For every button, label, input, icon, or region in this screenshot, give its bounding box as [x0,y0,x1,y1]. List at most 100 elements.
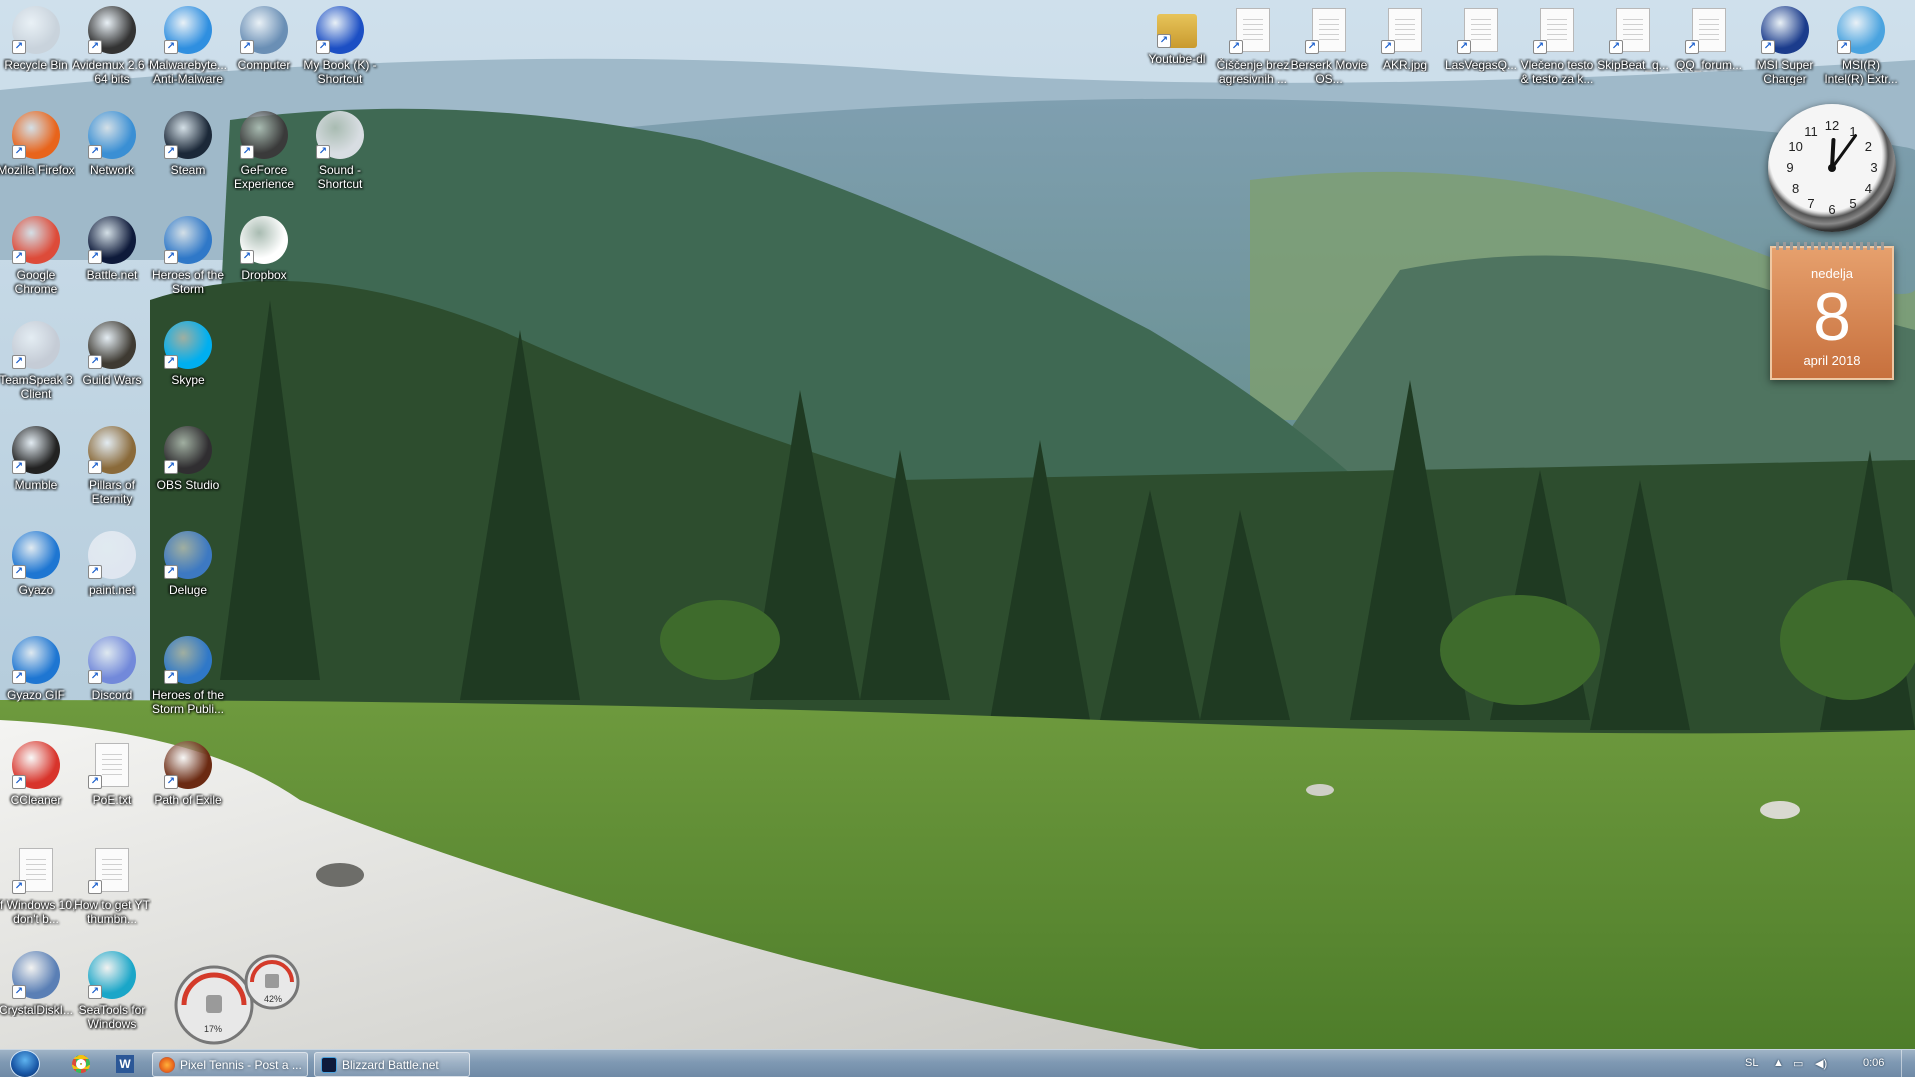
gyazo-gif-icon: ↗ [12,636,60,684]
desktop-icon-speaker[interactable]: ↗ Sound - Shortcut [302,105,378,205]
desktop-icon-steam[interactable]: ↗ Steam [150,105,226,205]
desktop-icon-teamspeak[interactable]: ↗ TeamSpeak 3 Client [0,315,74,415]
taskbar-item-label: Blizzard Battle.net [342,1057,439,1072]
language-indicator[interactable]: SL [1745,1057,1758,1069]
desktop-icon-malwarebytes[interactable]: ↗ Malwarebyte... Anti-Malware [149,0,227,100]
mumble-icon: ↗ [12,426,60,474]
shortcut-arrow-icon: ↗ [164,145,178,159]
desktop-icon-text-file[interactable]: ↗ If Windows 10, don't b... [0,840,75,940]
windows-logo-icon [10,1050,40,1077]
desktop-icon-label: Berserk Movie OS... [1290,58,1368,86]
calendar-gadget[interactable]: nedelja 8 april 2018 [1770,242,1894,380]
desktop-icon-document[interactable]: ↗ SkipBeat_q... [1595,0,1671,100]
shortcut-arrow-icon: ↗ [164,250,178,264]
desktop-icon-heroes-storm[interactable]: ↗ Heroes of the Storm [150,210,226,310]
desktop-icon-label: How to get YT thumbn... [74,898,150,926]
desktop-icon-recycle-bin[interactable]: ↗ Recycle Bin [0,0,74,100]
pinned-chrome[interactable] [62,1052,100,1076]
start-button[interactable] [6,1050,44,1077]
desktop-icon-document[interactable]: ↗ Vlečeno testo & testo za k... [1519,0,1595,100]
document-icon: ↗ [1305,6,1353,54]
shortcut-arrow-icon: ↗ [12,40,26,54]
desktop-icon-label: Vlečeno testo & testo za k... [1520,58,1594,86]
desktop-icon-firefox[interactable]: ↗ Mozilla Firefox [0,105,75,205]
shortcut-arrow-icon: ↗ [164,670,178,684]
desktop-icon-label: Computer [237,58,291,72]
desktop-icon-mumble[interactable]: ↗ Mumble [0,420,74,520]
shortcut-arrow-icon: ↗ [88,985,102,999]
desktop-icon-ccleaner[interactable]: ↗ CCleaner [0,735,74,835]
desktop-icon-geforce[interactable]: ↗ GeForce Experience [226,105,302,205]
show-hidden-icons-arrow[interactable]: ▲ [1773,1057,1784,1069]
desktop-icon-folder[interactable]: ↗ Youtube-dl [1139,0,1215,100]
shortcut-arrow-icon: ↗ [88,775,102,789]
ram-percent: 42% [264,994,283,1004]
desktop-icon-label: My Book (K) - Shortcut [303,58,377,86]
system-tray: SL ▲ ▭ ◀) 0:06 [1655,1050,1915,1077]
desktop-icon-network-globe[interactable]: ↗ Network [74,105,150,205]
shortcut-arrow-icon: ↗ [164,355,178,369]
shortcut-arrow-icon: ↗ [316,40,330,54]
desktop-icon-wd-drive[interactable]: ↗ My Book (K) - Shortcut [302,0,378,100]
desktop-icon-document[interactable]: ↗ QQ_forum... [1671,0,1747,100]
msi-intel-icon: ↗ [1837,6,1885,54]
cpu-percent: 17% [204,1024,223,1034]
desktop-icon-seatools[interactable]: ↗ SeaTools for Windows [74,945,150,1045]
desktop-icon-image-file[interactable]: ↗ AKR.jpg [1367,0,1443,100]
desktop-icon-discord[interactable]: ↗ Discord [74,630,150,730]
shortcut-arrow-icon: ↗ [1761,40,1775,54]
desktop-icon-label: PoE.txt [92,793,132,807]
shortcut-arrow-icon: ↗ [164,40,178,54]
desktop-icon-crystaldisk[interactable]: ↗ CrystalDiskI... [0,945,74,1045]
desktop-icon-path-of-exile[interactable]: ↗ Path of Exile [150,735,226,835]
desktop-icon-document[interactable]: ↗ LasVegasQ... [1443,0,1519,100]
desktop-icon-paintnet[interactable]: ↗ paint.net [74,525,150,625]
shortcut-arrow-icon: ↗ [88,670,102,684]
desktop-icon-gyazo[interactable]: ↗ Gyazo [0,525,74,625]
calendar-rings [1776,242,1888,250]
desktop-icon-chrome[interactable]: ↗ Google Chrome [0,210,74,310]
desktop-icon-deluge[interactable]: ↗ Deluge [150,525,226,625]
chrome-icon: ↗ [12,216,60,264]
clock-time[interactable]: 0:06 [1863,1057,1884,1069]
shortcut-arrow-icon: ↗ [88,40,102,54]
desktop-icon-msi-charger[interactable]: ↗ MSI Super Charger [1747,0,1823,100]
taskbar-item-firefox[interactable]: Pixel Tennis - Post a ... [152,1052,308,1077]
desktop-icon-document[interactable]: ↗ Čiščenje brez agresivnih ... [1215,0,1291,100]
shortcut-arrow-icon: ↗ [164,565,178,579]
desktop-icon-heroes-storm-ptr[interactable]: ↗ Heroes of the Storm Publi... [150,630,226,730]
shortcut-arrow-icon: ↗ [88,145,102,159]
desktop-icon-dropbox[interactable]: ↗ Dropbox [226,210,302,310]
desktop-icon-msi-intel[interactable]: ↗ MSI(R) Intel(R) Extr... [1823,0,1899,100]
cpu-meter-gadget[interactable]: 17% 42% [172,950,302,1045]
desktop-icon-label: Google Chrome [14,268,58,296]
desktop-icon-label: Čiščenje brez agresivnih ... [1216,58,1290,86]
taskbar: W Pixel Tennis - Post a ... Blizzard Bat… [0,1049,1915,1077]
network-globe-icon: ↗ [88,111,136,159]
desktop-icon-label: Skype [171,373,205,387]
desktop-icon-clapperboard[interactable]: ↗ Avidemux 2.6 - 64 bits [72,0,152,100]
text-file-icon: ↗ [88,741,136,789]
desktop-icon-text-file[interactable]: ↗ How to get YT thumbn... [74,840,150,940]
volume-tray-icon[interactable]: ◀) [1815,1057,1827,1070]
pinned-word[interactable]: W [106,1052,144,1076]
desktop-icon-pillars[interactable]: ↗ Pillars of Eternity [74,420,150,520]
desktop-icon-obs[interactable]: ↗ OBS Studio [150,420,226,520]
desktop-icon-label: paint.net [88,583,136,597]
desktop-icon-gyazo-gif[interactable]: ↗ Gyazo GIF [0,630,74,730]
shortcut-arrow-icon: ↗ [88,250,102,264]
shortcut-arrow-icon: ↗ [240,145,254,159]
desktop-icon-computer[interactable]: ↗ Computer [226,0,302,100]
desktop-icon-battlenet[interactable]: ↗ Battle.net [74,210,150,310]
desktop-icon-document[interactable]: ↗ Berserk Movie OS... [1291,0,1367,100]
network-tray-icon[interactable]: ▭ [1793,1057,1803,1070]
clock-gadget[interactable]: 12 1 2 3 4 5 6 7 8 9 10 11 [1768,104,1896,232]
show-desktop-button[interactable] [1901,1050,1915,1077]
desktop-icon-skype[interactable]: ↗ Skype [150,315,226,415]
computer-icon: ↗ [240,6,288,54]
taskbar-item-battlenet[interactable]: Blizzard Battle.net [314,1052,470,1077]
desktop-icon-guild-wars[interactable]: ↗ Guild Wars [74,315,150,415]
word-icon: W [116,1055,134,1073]
desktop-icon-text-file[interactable]: ↗ PoE.txt [74,735,150,835]
shortcut-arrow-icon: ↗ [1157,34,1171,48]
